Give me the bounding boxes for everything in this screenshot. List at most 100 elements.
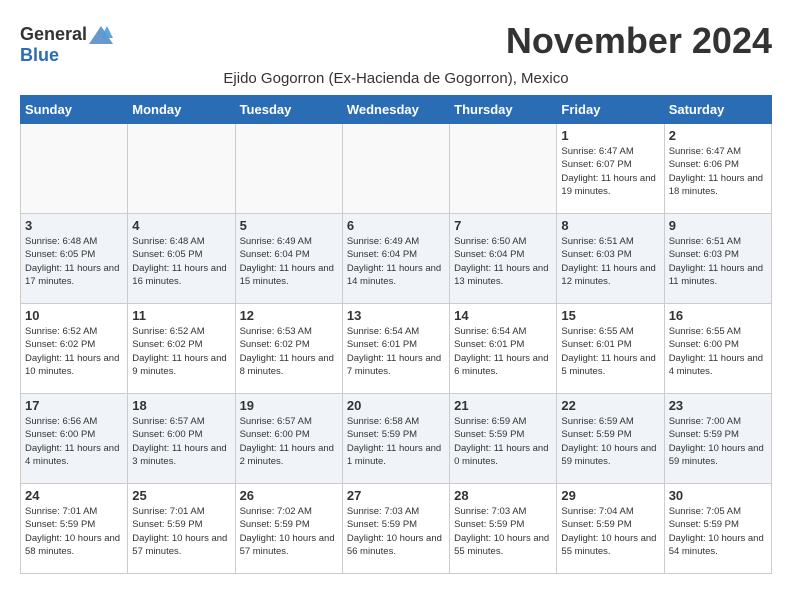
calendar-week-row: 10 Sunrise: 6:52 AM Sunset: 6:02 PM Dayli… xyxy=(21,304,772,394)
day-number: 30 xyxy=(669,488,767,503)
calendar-day-cell: 1 Sunrise: 6:47 AM Sunset: 6:07 PM Daylig… xyxy=(557,124,664,214)
calendar-day-cell: 10 Sunrise: 6:52 AM Sunset: 6:02 PM Dayli… xyxy=(21,304,128,394)
calendar-header-row: SundayMondayTuesdayWednesdayThursdayFrid… xyxy=(21,96,772,124)
day-header-wednesday: Wednesday xyxy=(342,96,449,124)
day-header-monday: Monday xyxy=(128,96,235,124)
calendar-day-cell: 11 Sunrise: 6:52 AM Sunset: 6:02 PM Dayli… xyxy=(128,304,235,394)
month-title: November 2024 xyxy=(506,20,772,62)
day-info: Sunrise: 7:04 AM Sunset: 5:59 PM Dayligh… xyxy=(561,505,659,558)
day-header-saturday: Saturday xyxy=(664,96,771,124)
day-number: 16 xyxy=(669,308,767,323)
day-info: Sunrise: 6:55 AM Sunset: 6:01 PM Dayligh… xyxy=(561,325,659,378)
day-number: 26 xyxy=(240,488,338,503)
day-number: 22 xyxy=(561,398,659,413)
calendar-day-cell xyxy=(235,124,342,214)
day-number: 19 xyxy=(240,398,338,413)
subtitle: Ejido Gogorron (Ex-Hacienda de Gogorron)… xyxy=(20,70,772,87)
day-number: 21 xyxy=(454,398,552,413)
day-info: Sunrise: 6:51 AM Sunset: 6:03 PM Dayligh… xyxy=(669,235,767,288)
calendar-week-row: 1 Sunrise: 6:47 AM Sunset: 6:07 PM Daylig… xyxy=(21,124,772,214)
logo-icon xyxy=(89,26,113,44)
day-info: Sunrise: 6:54 AM Sunset: 6:01 PM Dayligh… xyxy=(454,325,552,378)
day-info: Sunrise: 6:54 AM Sunset: 6:01 PM Dayligh… xyxy=(347,325,445,378)
calendar-day-cell: 29 Sunrise: 7:04 AM Sunset: 5:59 PM Dayli… xyxy=(557,484,664,574)
day-info: Sunrise: 6:52 AM Sunset: 6:02 PM Dayligh… xyxy=(25,325,123,378)
calendar-day-cell: 3Sunrise: 6:48 AM Sunset: 6:05 PM Daylig… xyxy=(21,214,128,304)
day-number: 14 xyxy=(454,308,552,323)
day-number: 5 xyxy=(240,218,338,233)
calendar-day-cell: 26 Sunrise: 7:02 AM Sunset: 5:59 PM Dayli… xyxy=(235,484,342,574)
day-number: 29 xyxy=(561,488,659,503)
day-info: Sunrise: 6:49 AM Sunset: 6:04 PM Dayligh… xyxy=(347,235,445,288)
calendar-day-cell: 22 Sunrise: 6:59 AM Sunset: 5:59 PM Dayli… xyxy=(557,394,664,484)
day-number: 25 xyxy=(132,488,230,503)
day-number: 2 xyxy=(669,128,767,143)
calendar-day-cell: 2 Sunrise: 6:47 AM Sunset: 6:06 PM Daylig… xyxy=(664,124,771,214)
calendar-day-cell: 7 Sunrise: 6:50 AM Sunset: 6:04 PM Daylig… xyxy=(450,214,557,304)
calendar-day-cell: 9 Sunrise: 6:51 AM Sunset: 6:03 PM Daylig… xyxy=(664,214,771,304)
calendar-day-cell: 20 Sunrise: 6:58 AM Sunset: 5:59 PM Dayli… xyxy=(342,394,449,484)
day-number: 10 xyxy=(25,308,123,323)
day-info: Sunrise: 6:52 AM Sunset: 6:02 PM Dayligh… xyxy=(132,325,230,378)
calendar-day-cell: 5 Sunrise: 6:49 AM Sunset: 6:04 PM Daylig… xyxy=(235,214,342,304)
day-info: Sunrise: 6:49 AM Sunset: 6:04 PM Dayligh… xyxy=(240,235,338,288)
day-info: Sunrise: 7:02 AM Sunset: 5:59 PM Dayligh… xyxy=(240,505,338,558)
day-info: Sunrise: 6:47 AM Sunset: 6:06 PM Dayligh… xyxy=(669,145,767,198)
day-info: Sunrise: 6:58 AM Sunset: 5:59 PM Dayligh… xyxy=(347,415,445,468)
calendar-day-cell xyxy=(128,124,235,214)
day-info: Sunrise: 6:47 AM Sunset: 6:07 PM Dayligh… xyxy=(561,145,659,198)
header: General Blue November 2024 xyxy=(20,20,772,66)
day-number: 8 xyxy=(561,218,659,233)
calendar-day-cell: 18Sunrise: 6:57 AM Sunset: 6:00 PM Dayli… xyxy=(128,394,235,484)
day-info: Sunrise: 6:59 AM Sunset: 5:59 PM Dayligh… xyxy=(454,415,552,468)
calendar-day-cell: 14 Sunrise: 6:54 AM Sunset: 6:01 PM Dayli… xyxy=(450,304,557,394)
day-number: 15 xyxy=(561,308,659,323)
calendar-day-cell: 17Sunrise: 6:56 AM Sunset: 6:00 PM Dayli… xyxy=(21,394,128,484)
day-info: Sunrise: 7:01 AM Sunset: 5:59 PM Dayligh… xyxy=(132,505,230,558)
day-number: 4 xyxy=(132,218,230,233)
day-number: 1 xyxy=(561,128,659,143)
day-info: Sunrise: 6:51 AM Sunset: 6:03 PM Dayligh… xyxy=(561,235,659,288)
calendar-table: SundayMondayTuesdayWednesdayThursdayFrid… xyxy=(20,95,772,574)
day-info: Sunrise: 7:03 AM Sunset: 5:59 PM Dayligh… xyxy=(454,505,552,558)
day-info: Sunrise: 6:48 AM Sunset: 6:05 PM Dayligh… xyxy=(132,235,230,288)
day-number: 17 xyxy=(25,398,123,413)
day-number: 7 xyxy=(454,218,552,233)
day-info: Sunrise: 6:57 AM Sunset: 6:00 PM Dayligh… xyxy=(240,415,338,468)
day-number: 3 xyxy=(25,218,123,233)
calendar-day-cell: 27 Sunrise: 7:03 AM Sunset: 5:59 PM Dayli… xyxy=(342,484,449,574)
day-header-thursday: Thursday xyxy=(450,96,557,124)
calendar-day-cell xyxy=(450,124,557,214)
day-info: Sunrise: 7:01 AM Sunset: 5:59 PM Dayligh… xyxy=(25,505,123,558)
day-info: Sunrise: 6:53 AM Sunset: 6:02 PM Dayligh… xyxy=(240,325,338,378)
calendar-week-row: 24Sunrise: 7:01 AM Sunset: 5:59 PM Dayli… xyxy=(21,484,772,574)
calendar-day-cell: 21 Sunrise: 6:59 AM Sunset: 5:59 PM Dayli… xyxy=(450,394,557,484)
logo-general: General xyxy=(20,24,87,45)
day-info: Sunrise: 7:00 AM Sunset: 5:59 PM Dayligh… xyxy=(669,415,767,468)
day-header-friday: Friday xyxy=(557,96,664,124)
day-info: Sunrise: 6:50 AM Sunset: 6:04 PM Dayligh… xyxy=(454,235,552,288)
day-info: Sunrise: 7:03 AM Sunset: 5:59 PM Dayligh… xyxy=(347,505,445,558)
logo: General Blue xyxy=(20,24,113,66)
calendar-day-cell: 8 Sunrise: 6:51 AM Sunset: 6:03 PM Daylig… xyxy=(557,214,664,304)
day-number: 27 xyxy=(347,488,445,503)
calendar-day-cell: 12Sunrise: 6:53 AM Sunset: 6:02 PM Dayli… xyxy=(235,304,342,394)
calendar-day-cell xyxy=(342,124,449,214)
day-number: 18 xyxy=(132,398,230,413)
calendar-day-cell xyxy=(21,124,128,214)
calendar-day-cell: 19 Sunrise: 6:57 AM Sunset: 6:00 PM Dayli… xyxy=(235,394,342,484)
day-number: 9 xyxy=(669,218,767,233)
calendar-day-cell: 15 Sunrise: 6:55 AM Sunset: 6:01 PM Dayli… xyxy=(557,304,664,394)
day-number: 11 xyxy=(132,308,230,323)
day-number: 20 xyxy=(347,398,445,413)
day-info: Sunrise: 6:55 AM Sunset: 6:00 PM Dayligh… xyxy=(669,325,767,378)
calendar-week-row: 17Sunrise: 6:56 AM Sunset: 6:00 PM Dayli… xyxy=(21,394,772,484)
calendar-day-cell: 16 Sunrise: 6:55 AM Sunset: 6:00 PM Dayli… xyxy=(664,304,771,394)
calendar-week-row: 3 Sunrise: 6:48 AM Sunset: 6:05 PM Daylig… xyxy=(21,214,772,304)
calendar-day-cell: 23Sunrise: 7:00 AM Sunset: 5:59 PM Dayli… xyxy=(664,394,771,484)
calendar-day-cell: 13Sunrise: 6:54 AM Sunset: 6:01 PM Dayli… xyxy=(342,304,449,394)
day-info: Sunrise: 6:59 AM Sunset: 5:59 PM Dayligh… xyxy=(561,415,659,468)
calendar-day-cell: 24Sunrise: 7:01 AM Sunset: 5:59 PM Dayli… xyxy=(21,484,128,574)
calendar-day-cell: 6Sunrise: 6:49 AM Sunset: 6:04 PM Daylig… xyxy=(342,214,449,304)
logo-blue: Blue xyxy=(20,45,59,66)
